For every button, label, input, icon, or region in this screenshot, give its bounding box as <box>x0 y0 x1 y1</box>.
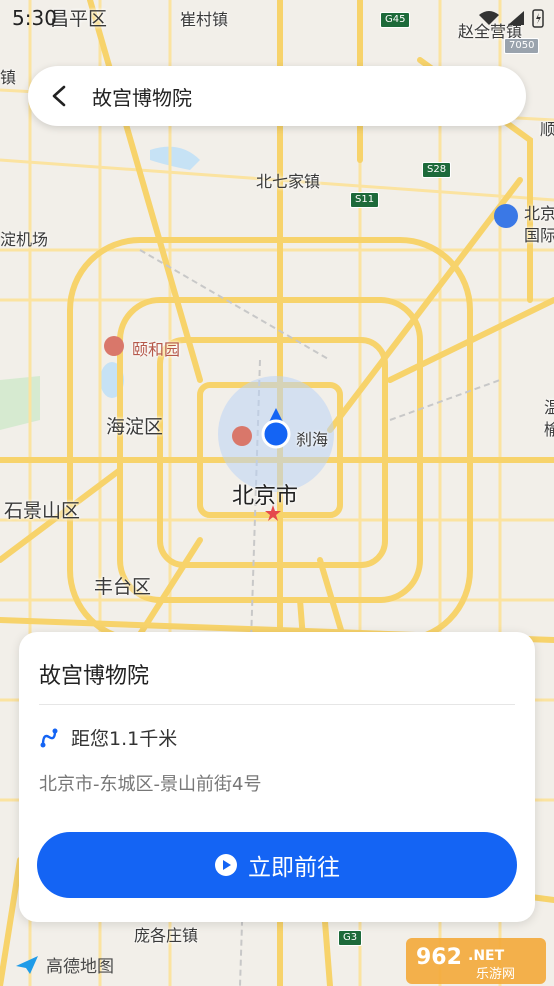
label-panggezhuang: 庞各庄镇 <box>134 926 199 945</box>
amap-logo-icon <box>16 955 38 974</box>
go-now-button[interactable]: 立即前往 <box>37 832 517 898</box>
play-icon <box>215 854 237 876</box>
road-shield-g45: G45 <box>380 12 411 28</box>
label-cuicun: 崔村镇 <box>180 10 229 29</box>
amap-brand-text: 高德地图 <box>46 957 114 977</box>
label-left-zhen: 镇 <box>0 68 17 87</box>
go-now-label: 立即前往 <box>248 855 340 881</box>
label-beijing-city: 北京市 <box>232 484 299 509</box>
label-ke: 榆 <box>544 420 554 439</box>
search-bar[interactable]: 故宫博物院 <box>28 66 526 126</box>
amap-logo: 高德地图 <box>14 952 114 977</box>
label-shichahai: 刹海 <box>296 430 329 449</box>
label-shijingshan: 石景山区 <box>4 500 81 522</box>
poi-title: 故宫博物院 <box>39 664 150 689</box>
divider <box>39 704 515 705</box>
label-changping: 昌平区 <box>50 8 108 30</box>
route-icon <box>40 728 58 747</box>
status-icons <box>478 8 544 28</box>
label-airport: 北京 <box>524 204 554 223</box>
address-text: 北京市-东城区-景山前街4号 <box>39 774 262 795</box>
distance-text: 距您1.1千米 <box>71 728 178 750</box>
search-query[interactable]: 故宫博物院 <box>92 82 192 111</box>
distance-row: 距您1.1千米 <box>39 724 177 751</box>
chevron-left-icon <box>52 85 66 107</box>
road-shield-s11: S11 <box>350 192 380 208</box>
road-shield-g505: 7050 <box>504 38 540 54</box>
label-fengtai: 丰台区 <box>94 576 152 598</box>
label-beiqijia: 北七家镇 <box>256 172 321 191</box>
signal-icon <box>508 11 524 25</box>
label-wen: 温 <box>544 398 554 417</box>
status-time: 5:30 <box>12 6 57 30</box>
watermark-number: 962 <box>416 945 462 970</box>
watermark-logo: 962 .NET 乐游网 <box>406 938 546 984</box>
battery-icon <box>532 9 544 28</box>
road-shield-s28: S28 <box>422 162 452 178</box>
wifi-icon <box>479 11 499 25</box>
watermark-tld: .NET <box>468 948 505 964</box>
poi-card: 故宫博物院 距您1.1千米 北京市-东城区-景山前街4号 立即前往 <box>19 632 535 922</box>
road-shield-g3: G3 <box>338 930 363 946</box>
label-airfield: 淀机场 <box>0 230 49 249</box>
label-haidian: 海淀区 <box>106 416 164 438</box>
label-shun: 顺 <box>540 120 554 139</box>
back-button[interactable] <box>34 66 84 126</box>
label-summer-palace[interactable]: 颐和园 <box>132 336 180 360</box>
label-airport-2: 国际 <box>524 226 554 245</box>
watermark-site: 乐游网 <box>476 967 515 982</box>
